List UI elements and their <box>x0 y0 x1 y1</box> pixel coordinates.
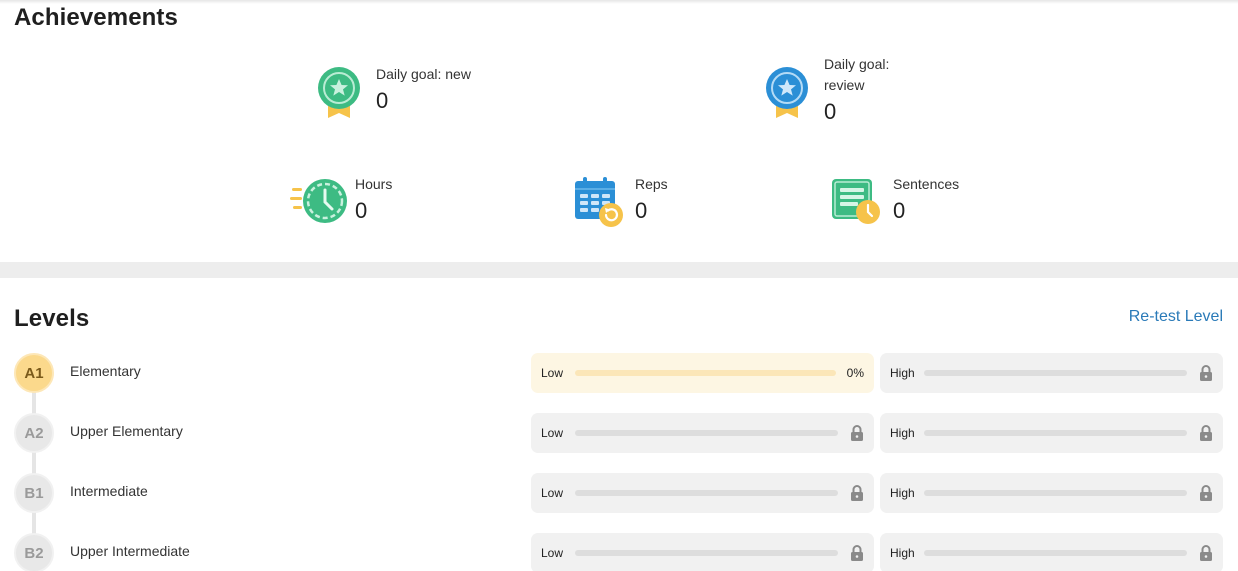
section-divider <box>0 262 1238 278</box>
level-row-a2: A2 Upper Elementary Low High <box>0 411 1238 455</box>
daily-goal-review-value: 0 <box>824 99 837 124</box>
lock-icon <box>1200 545 1212 561</box>
blue-medal-icon <box>766 67 808 118</box>
level-badge: B1 <box>14 473 54 513</box>
high-progress-card[interactable]: High <box>880 473 1223 513</box>
daily-goal-new-label: Daily goal: new <box>376 66 471 82</box>
level-row-b2: B2 Upper Intermediate Low High <box>0 531 1238 571</box>
sentences-stat: Sentences 0 <box>832 174 959 230</box>
lock-icon <box>851 545 863 561</box>
daily-goal-review-stat: Daily goal: review 0 <box>766 54 904 125</box>
hours-stat: Hours 0 <box>290 174 392 230</box>
low-progress-card[interactable]: Low <box>531 473 874 513</box>
low-progress-card[interactable]: Low 0% <box>531 353 874 393</box>
calendar-repeat-icon <box>575 177 623 227</box>
high-label: High <box>890 366 915 380</box>
achievements-title: Achievements <box>14 4 178 31</box>
low-progress-bar <box>575 370 836 376</box>
level-name: Upper Elementary <box>70 423 183 439</box>
low-progress-bar <box>575 490 838 496</box>
high-progress-bar <box>924 490 1187 496</box>
daily-goal-new-value: 0 <box>376 88 389 113</box>
level-name: Elementary <box>70 363 141 379</box>
high-progress-card[interactable]: High <box>880 413 1223 453</box>
hours-label: Hours <box>355 176 393 192</box>
low-progress-card[interactable]: Low <box>531 533 874 571</box>
clock-icon <box>290 179 347 223</box>
daily-goal-review-label: Daily goal: review <box>824 56 890 93</box>
hours-value: 0 <box>355 198 368 223</box>
high-progress-bar <box>924 370 1187 376</box>
sentences-label: Sentences <box>893 176 960 192</box>
levels-title: Levels <box>14 305 90 332</box>
high-progress-bar <box>924 430 1187 436</box>
green-medal-icon <box>318 67 360 118</box>
reps-stat: Reps 0 <box>574 174 668 230</box>
low-progress-bar <box>575 550 838 556</box>
document-clock-icon <box>832 179 880 224</box>
lock-icon <box>1200 485 1212 501</box>
low-progress-card[interactable]: Low <box>531 413 874 453</box>
lock-icon <box>1200 425 1212 441</box>
high-progress-bar <box>924 550 1187 556</box>
lock-icon <box>1200 365 1212 381</box>
top-shadow <box>0 0 1238 4</box>
level-name: Intermediate <box>70 483 148 499</box>
reps-value: 0 <box>635 198 648 223</box>
level-row-a1: A1 Elementary Low 0% High <box>0 351 1238 395</box>
high-label: High <box>890 426 915 440</box>
low-label: Low <box>541 426 564 440</box>
sentences-value: 0 <box>893 198 906 223</box>
level-badge: B2 <box>14 533 54 571</box>
reps-label: Reps <box>635 176 668 192</box>
level-badge: A1 <box>14 353 54 393</box>
high-label: High <box>890 546 915 560</box>
high-progress-card[interactable]: High <box>880 353 1223 393</box>
low-progress-percent: 0% <box>846 366 864 380</box>
level-name: Upper Intermediate <box>70 543 190 559</box>
retest-level-link[interactable]: Re-test Level <box>1129 308 1223 326</box>
lock-icon <box>851 425 863 441</box>
low-progress-bar <box>575 430 838 436</box>
level-row-b1: B1 Intermediate Low High <box>0 471 1238 515</box>
low-label: Low <box>541 366 564 380</box>
lock-icon <box>851 485 863 501</box>
high-label: High <box>890 486 915 500</box>
high-progress-card[interactable]: High <box>880 533 1223 571</box>
low-label: Low <box>541 546 564 560</box>
low-label: Low <box>541 486 564 500</box>
daily-goal-new-stat: Daily goal: new 0 <box>318 64 471 120</box>
level-badge: A2 <box>14 413 54 453</box>
